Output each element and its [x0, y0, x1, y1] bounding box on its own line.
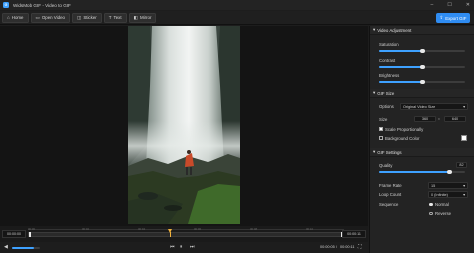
saturation-slider[interactable]	[379, 48, 465, 53]
time-ruler: 00:00 00:02 00:04 00:06 00:08 00:10	[28, 227, 344, 231]
home-button[interactable]: ⌂ Home	[2, 12, 29, 23]
frame-rate-dropdown[interactable]: 15 ▾	[428, 182, 468, 189]
link-icon[interactable]: x	[438, 117, 440, 121]
tick-label: 00:06	[194, 227, 201, 231]
collapse-icon: ▾	[373, 149, 376, 154]
window-title: WidsMob GIF - Video to GIF	[13, 2, 71, 8]
settings-panel: ▾ Video Adjustment Saturation Contrast B…	[369, 26, 474, 253]
background-color-label: Background Color	[385, 135, 420, 141]
player-controls: ◀ ⏮ ⏸ ⏭ 00:00:05 / 00:00:11 ⛶	[0, 242, 368, 253]
text-button-label: Text	[113, 15, 122, 20]
time-separator: /	[336, 245, 338, 249]
video-adjustment-title: Video Adjustment	[377, 27, 412, 33]
tick-label: 00:10	[306, 227, 313, 231]
gif-size-header[interactable]: ▾ GIF Size	[370, 89, 474, 98]
saturation-label: Saturation	[379, 42, 399, 47]
timeline: 00:00:00 00:00 00:02 00:04 00:06 00:08 0…	[0, 226, 368, 242]
open-video-button-label: Open Video	[41, 15, 65, 20]
sequence-reverse-label: Reverse	[435, 211, 452, 216]
scale-proportionally-label: Scale Proportionally	[385, 126, 424, 132]
brightness-slider[interactable]	[379, 79, 465, 84]
current-time: 00:00:05	[320, 245, 335, 249]
contrast-slider[interactable]	[379, 64, 465, 69]
sequence-normal-radio[interactable]	[429, 202, 433, 207]
playhead-line	[170, 232, 172, 237]
pause-icon[interactable]: ⏸	[180, 244, 183, 250]
mirror-button[interactable]: ◧ Mirror	[128, 12, 157, 23]
loop-count-label: Loop Count	[379, 192, 402, 197]
start-time-field[interactable]: 00:00:00	[2, 230, 26, 238]
chevron-down-icon: ▾	[463, 184, 465, 188]
export-gif-button[interactable]: ⇪ Export GIF	[436, 13, 470, 23]
scale-proportionally-checkbox[interactable]	[379, 127, 383, 131]
fullscreen-icon[interactable]: ⛶	[358, 244, 362, 250]
size-label: Size	[379, 117, 388, 122]
sticker-button-label: Sticker	[83, 15, 97, 20]
sequence-normal-label: Normal	[435, 202, 449, 207]
background-color-checkbox[interactable]	[379, 136, 383, 140]
export-icon: ⇪	[439, 15, 444, 20]
collapse-icon: ▾	[373, 27, 376, 32]
export-gif-label: Export GIF	[445, 15, 467, 21]
sequence-reverse-radio[interactable]	[429, 211, 433, 216]
close-icon[interactable]: ✕	[466, 2, 470, 8]
volume-icon[interactable]: ◀	[4, 244, 8, 250]
tick-label: 00:08	[250, 227, 257, 231]
chevron-down-icon: ▾	[463, 193, 465, 197]
title-bar: G WidsMob GIF - Video to GIF – ☐ ✕	[0, 0, 474, 10]
quality-slider[interactable]	[379, 169, 465, 174]
trim-track[interactable]	[28, 232, 344, 237]
height-input[interactable]: 640	[444, 116, 466, 122]
text-icon: T	[108, 15, 112, 20]
collapse-icon: ▾	[373, 90, 376, 95]
size-options-value: Original Video Size	[403, 104, 436, 109]
frame-rate-label: Frame Rate	[379, 183, 402, 188]
sticker-button[interactable]: ◫ Sticker	[71, 12, 102, 23]
preview-area	[0, 26, 368, 226]
tick-label: 00:02	[82, 227, 89, 231]
app-logo-icon: G	[3, 2, 9, 8]
gif-settings-header[interactable]: ▾ GIF Settings	[370, 148, 474, 157]
total-time: 00:00:11	[340, 245, 355, 249]
home-icon: ⌂	[7, 15, 10, 20]
home-button-label: Home	[11, 15, 24, 20]
end-time-field[interactable]: 00:00:11	[342, 230, 366, 238]
mirror-button-label: Mirror	[139, 15, 152, 20]
toolbar: ⌂ Home ▭ Open Video ◫ Sticker T Text ◧ M…	[0, 11, 474, 25]
width-input[interactable]: 360	[414, 116, 436, 122]
volume-slider[interactable]	[12, 247, 40, 249]
quality-label: Quality	[379, 163, 393, 168]
sticker-icon: ◫	[76, 14, 82, 20]
video-adjustment-header[interactable]: ▾ Video Adjustment	[370, 26, 474, 35]
quality-value[interactable]: 82	[456, 162, 467, 168]
maximize-icon[interactable]: ☐	[447, 2, 451, 8]
loop-count-dropdown[interactable]: 0 (Infinite) ▾	[428, 191, 468, 198]
options-label: Options	[379, 104, 394, 109]
size-options-dropdown[interactable]: Original Video Size ▾	[400, 103, 468, 110]
text-button[interactable]: T Text	[103, 12, 127, 23]
video-frame[interactable]	[128, 26, 240, 224]
background-color-swatch[interactable]	[461, 135, 467, 141]
open-video-button[interactable]: ▭ Open Video	[30, 12, 70, 23]
minimize-icon[interactable]: –	[431, 2, 434, 8]
gif-settings-title: GIF Settings	[377, 149, 402, 155]
waterfall-image	[128, 26, 240, 224]
sequence-label: Sequence	[379, 202, 399, 207]
previous-frame-icon[interactable]: ⏮	[170, 244, 175, 250]
next-frame-icon[interactable]: ⏭	[190, 244, 195, 250]
chevron-down-icon: ▾	[463, 105, 465, 109]
frame-rate-value: 15	[431, 183, 436, 188]
tick-label: 00:04	[138, 227, 145, 231]
brightness-label: Brightness	[379, 73, 400, 78]
tick-label: 00:00	[28, 227, 35, 231]
loop-count-value: 0 (Infinite)	[431, 192, 448, 197]
mirror-icon: ◧	[133, 14, 138, 20]
contrast-label: Contrast	[379, 58, 396, 63]
gif-size-title: GIF Size	[377, 90, 395, 96]
trim-start-handle[interactable]	[29, 232, 31, 237]
open-video-icon: ▭	[35, 14, 40, 20]
